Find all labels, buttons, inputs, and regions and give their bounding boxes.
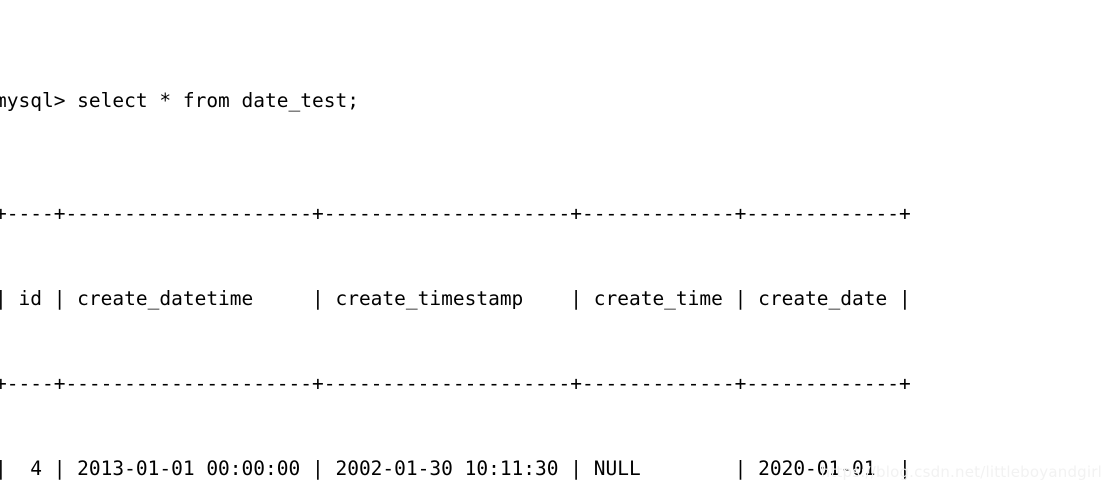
watermark: https://blog.csdn.net/littleboyandgirl xyxy=(820,462,1102,481)
table-border-top-1: +----+---------------------+------------… xyxy=(0,202,911,226)
table-row: | 4 | 2013-01-01 00:00:00 | 2002-01-30 1… xyxy=(0,456,911,480)
command-line-1: mysql> select * from date_test; xyxy=(0,88,359,112)
terminal-output: mysql> select * from date_test; +----+--… xyxy=(0,2,911,500)
terminal-window[interactable]: mysql> select * from date_test; +----+--… xyxy=(0,0,1110,500)
table-header-row-1: | id | create_datetime | create_timestam… xyxy=(0,286,911,310)
table-border-header-1: +----+---------------------+------------… xyxy=(0,371,911,395)
